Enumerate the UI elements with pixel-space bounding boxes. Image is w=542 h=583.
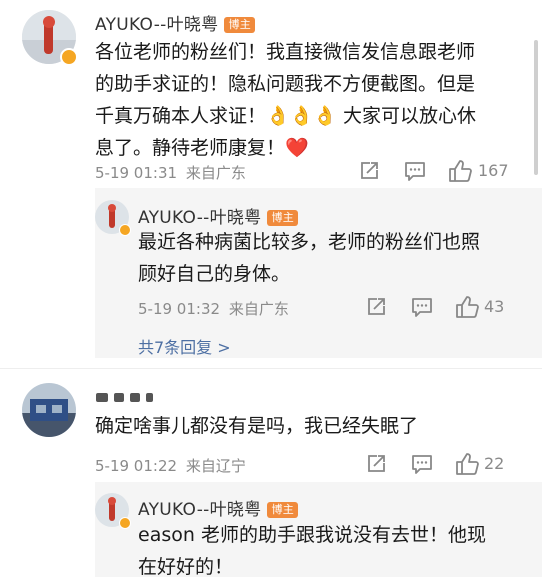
reply-text: eason 老师的助手跟我说没有去世！他现 在好好的！ xyxy=(138,524,486,578)
like-count: 22 xyxy=(484,454,505,473)
blogger-badge: 博主 xyxy=(267,210,299,226)
location: 来自广东 xyxy=(185,164,246,182)
scrollbar[interactable] xyxy=(534,40,538,175)
avatar[interactable] xyxy=(22,383,76,437)
divider xyxy=(0,368,542,369)
share-icon[interactable] xyxy=(365,453,387,479)
avatar-image xyxy=(22,383,76,437)
comment-icon[interactable] xyxy=(411,453,433,479)
thumb-up-icon[interactable] xyxy=(455,452,479,480)
blogger-badge: 博主 xyxy=(267,502,299,518)
location: 来自广东 xyxy=(228,300,289,318)
username-text: AYUKO--叶晓粤 xyxy=(138,208,262,228)
comment-text: 各位老师的粉丝们！我直接微信发信息跟老师 的助手求证的！隐私问题我不方便截图。但… xyxy=(95,41,477,159)
verified-icon xyxy=(119,224,131,236)
reply-text: 最近各种病菌比较多，老师的粉丝们也照 顾好自己的身体。 xyxy=(138,231,481,285)
share-icon[interactable] xyxy=(365,296,387,322)
like-count: 167 xyxy=(478,161,509,180)
comment-meta: 5-19 01:31 来自广东 xyxy=(95,162,246,183)
comment-text: 确定啥事儿都没有是吗，我已经失眠了 xyxy=(95,415,419,437)
comment-icon[interactable] xyxy=(404,160,426,186)
timestamp: 5-19 01:31 xyxy=(95,164,178,182)
share-icon[interactable] xyxy=(358,160,380,186)
blogger-badge: 博主 xyxy=(224,17,256,33)
thumb-up-icon[interactable] xyxy=(455,295,479,323)
timestamp: 5-19 01:22 xyxy=(95,457,178,475)
verified-icon xyxy=(60,48,78,66)
timestamp: 5-19 01:32 xyxy=(138,300,221,318)
like-count: 43 xyxy=(484,297,505,316)
comment-meta: 5-19 01:22 来自辽宁 xyxy=(95,455,246,476)
more-replies-link[interactable]: 共7条回复 > xyxy=(138,334,231,358)
location: 来自辽宁 xyxy=(185,457,246,475)
username[interactable]: AYUKO--叶晓粤 博主 xyxy=(95,10,256,35)
username-text: AYUKO--叶晓粤 xyxy=(138,500,262,520)
reply-username[interactable]: AYUKO--叶晓粤 博主 xyxy=(138,495,299,520)
reply-username[interactable]: AYUKO--叶晓粤 博主 xyxy=(138,203,299,228)
thumb-up-icon[interactable] xyxy=(448,159,472,187)
reply-meta: 5-19 01:32 来自广东 xyxy=(138,298,289,319)
verified-icon xyxy=(119,517,131,529)
comment-icon[interactable] xyxy=(411,296,433,322)
username-text: AYUKO--叶晓粤 xyxy=(95,15,219,35)
